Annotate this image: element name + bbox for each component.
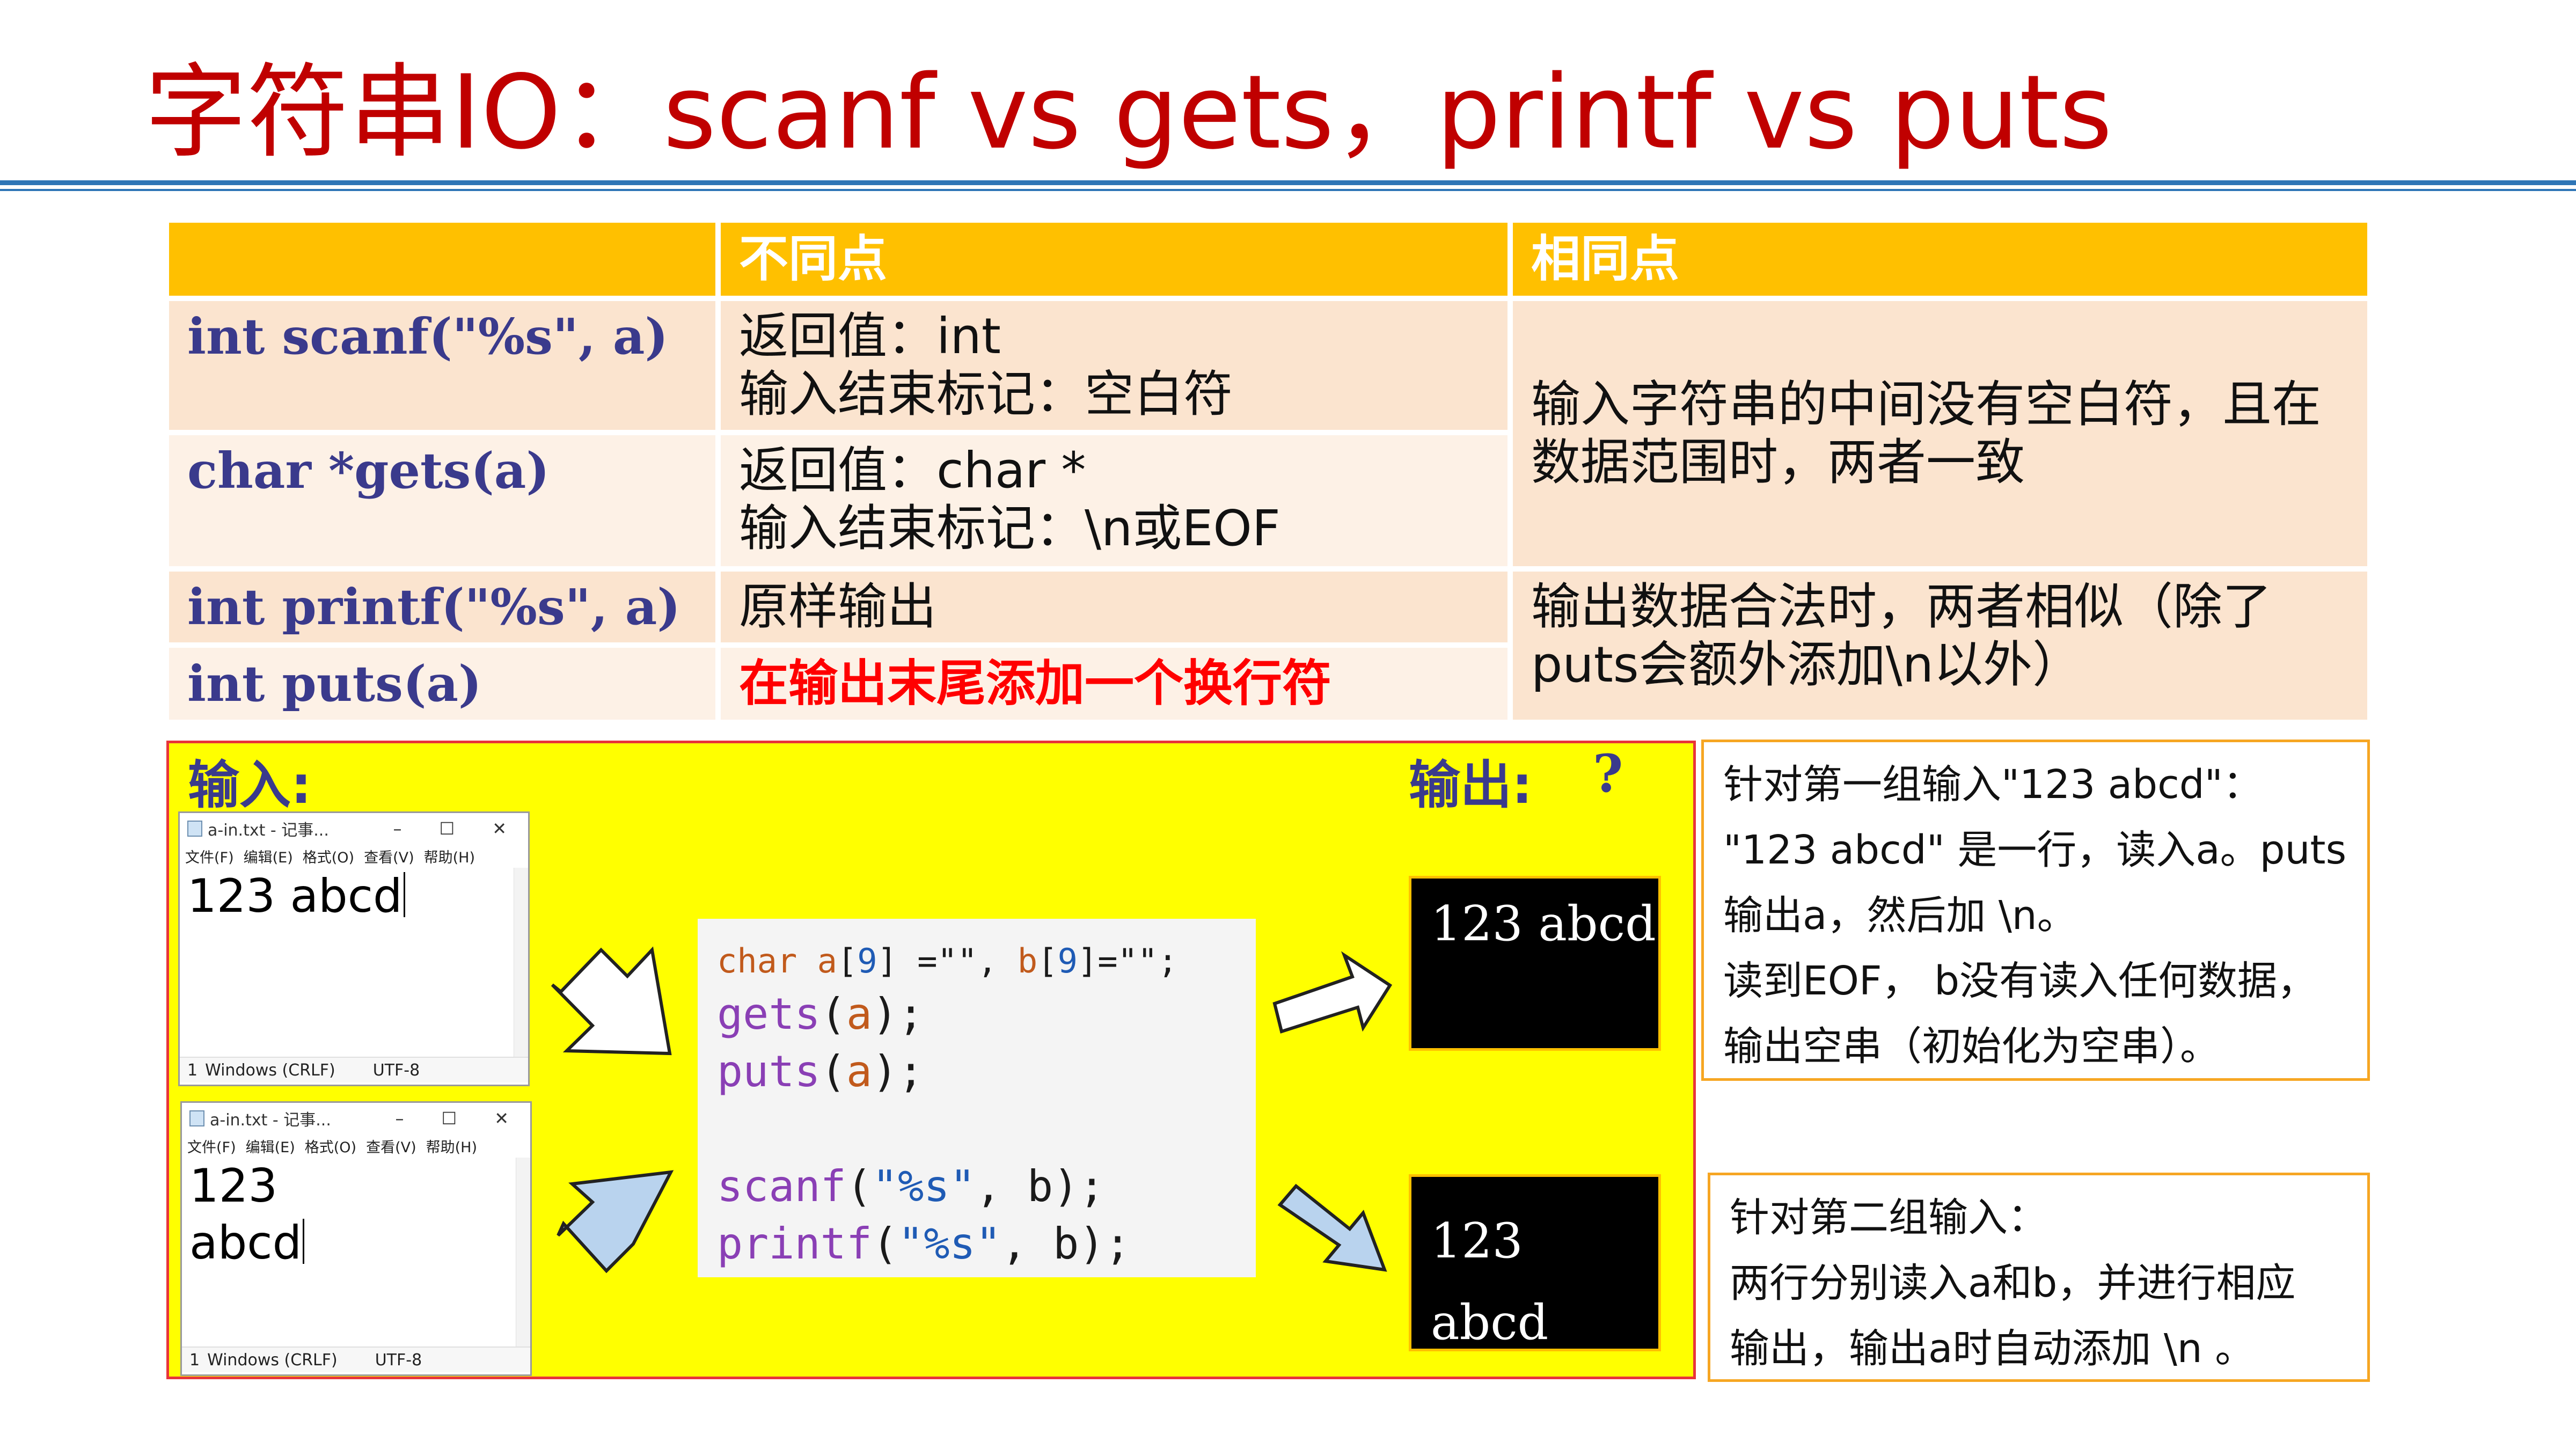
note-line: 输出a，然后加 \n。 [1723, 892, 2077, 939]
output-line: abcd [1431, 1294, 1549, 1351]
arrow-notepad2-to-code-icon [557, 1170, 674, 1274]
code-snippet: char a[9] ="", b[9]=""; gets(a); puts(a)… [698, 919, 1256, 1277]
note-line: 针对第二组输入： [1730, 1195, 2047, 1241]
note-second-input: 针对第二组输入： 两行分别读入a和b，并进行相应 输出，输出a时自动添加 \n … [1708, 1173, 2370, 1382]
code-line-declaration: char a[9] ="", b[9]=""; [717, 941, 1178, 980]
note-line: "123 abcd" 是一行，读入a。puts [1723, 827, 2347, 873]
note-line: 输出，输出a时自动添加 \n 。 [1730, 1326, 2255, 1372]
note-line: 输出空串（初始化为空串）。 [1723, 1023, 2220, 1070]
output-line: 123 abcd [1431, 896, 1656, 952]
arrow-notepad1-to-code-icon [551, 946, 672, 1056]
code-line-printf: printf("%s", b); [717, 1219, 1131, 1269]
arrow-code-to-output1-icon [1272, 951, 1393, 1034]
note-first-input: 针对第一组输入"123 abcd"： "123 abcd" 是一行，读入a。pu… [1701, 740, 2370, 1081]
code-line-scanf: scanf("%s", b); [717, 1161, 1105, 1211]
note-line: 读到EOF， b没有读入任何数据， [1723, 958, 2317, 1004]
arrow-code-to-output2-icon [1277, 1183, 1387, 1272]
output-line: 123 [1431, 1213, 1523, 1269]
code-line-gets: gets(a); [717, 989, 924, 1039]
note-line: 两行分别读入a和b，并进行相应 [1730, 1260, 2296, 1306]
output-console-2: 123 abcd [1409, 1174, 1661, 1351]
note-line: 针对第一组输入"123 abcd"： [1723, 762, 2263, 808]
code-line-puts: puts(a); [717, 1046, 924, 1096]
output-console-1: 123 abcd [1409, 876, 1661, 1051]
